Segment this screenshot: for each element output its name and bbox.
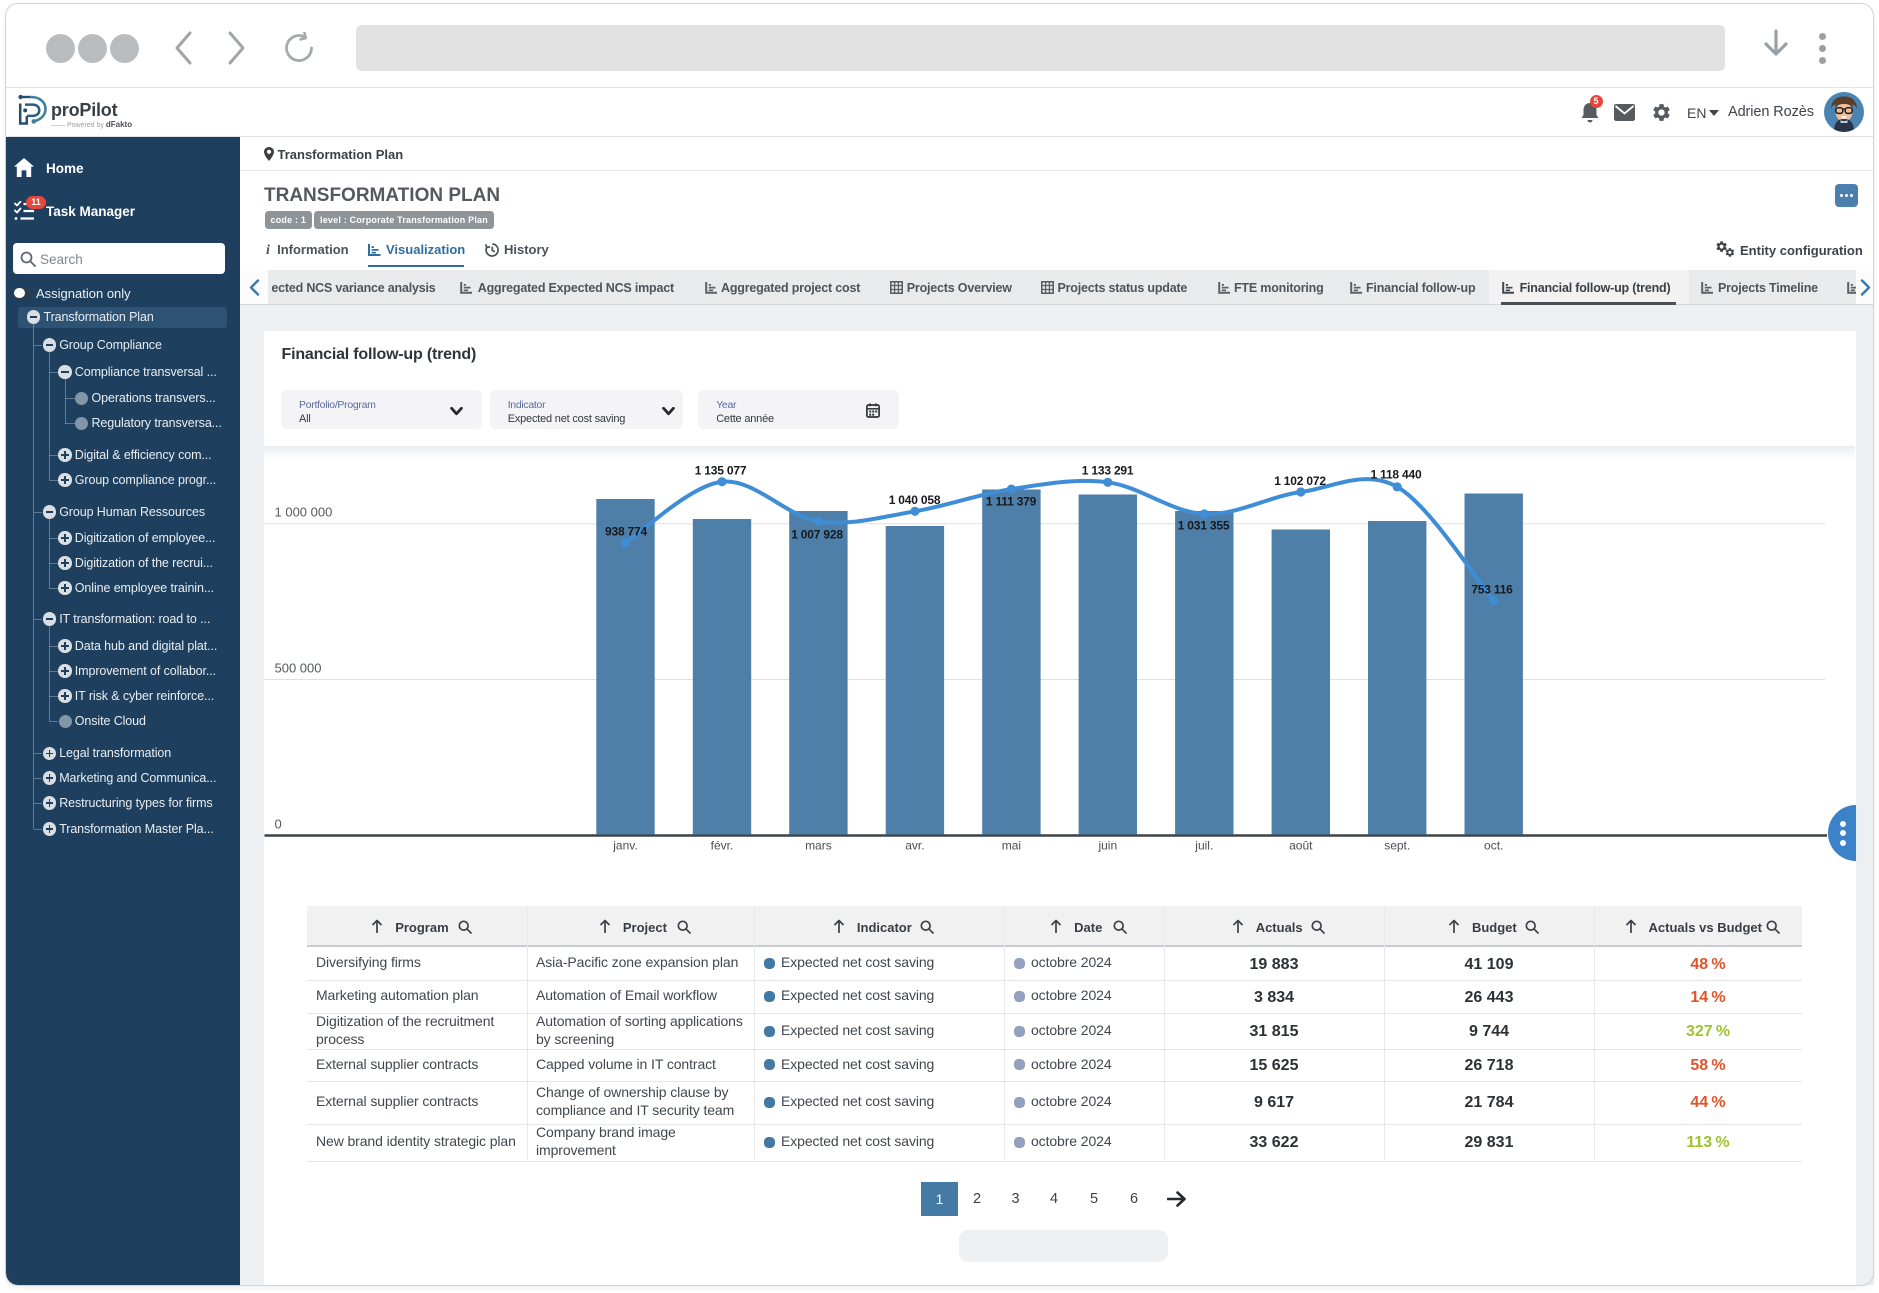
- svg-text:938 774: 938 774: [605, 525, 648, 539]
- svg-text:1 007 928: 1 007 928: [791, 528, 843, 542]
- svg-text:juin: juin: [1097, 839, 1117, 853]
- svg-text:1 133 291: 1 133 291: [1082, 464, 1134, 478]
- svg-text:1 111 379: 1 111 379: [986, 495, 1037, 509]
- svg-text:févr.: févr.: [711, 839, 734, 853]
- svg-text:500 000: 500 000: [275, 661, 322, 676]
- svg-text:1 118 440: 1 118 440: [1371, 468, 1422, 482]
- svg-text:août: août: [1289, 839, 1313, 853]
- svg-text:1 135 077: 1 135 077: [695, 464, 747, 478]
- svg-text:0: 0: [275, 817, 282, 832]
- svg-text:mai: mai: [1002, 839, 1021, 853]
- svg-text:1 040 058: 1 040 058: [889, 493, 941, 507]
- svg-text:753 116: 753 116: [1471, 583, 1513, 597]
- svg-text:janv.: janv.: [612, 839, 637, 853]
- svg-text:1 102 072: 1 102 072: [1274, 474, 1326, 488]
- svg-text:1 031 355: 1 031 355: [1178, 519, 1230, 533]
- svg-text:mars: mars: [805, 839, 832, 853]
- svg-text:sept.: sept.: [1384, 839, 1410, 853]
- svg-text:avr.: avr.: [905, 839, 924, 853]
- svg-text:oct.: oct.: [1484, 839, 1503, 853]
- svg-text:1 000 000: 1 000 000: [275, 505, 333, 520]
- svg-text:juil.: juil.: [1194, 839, 1213, 853]
